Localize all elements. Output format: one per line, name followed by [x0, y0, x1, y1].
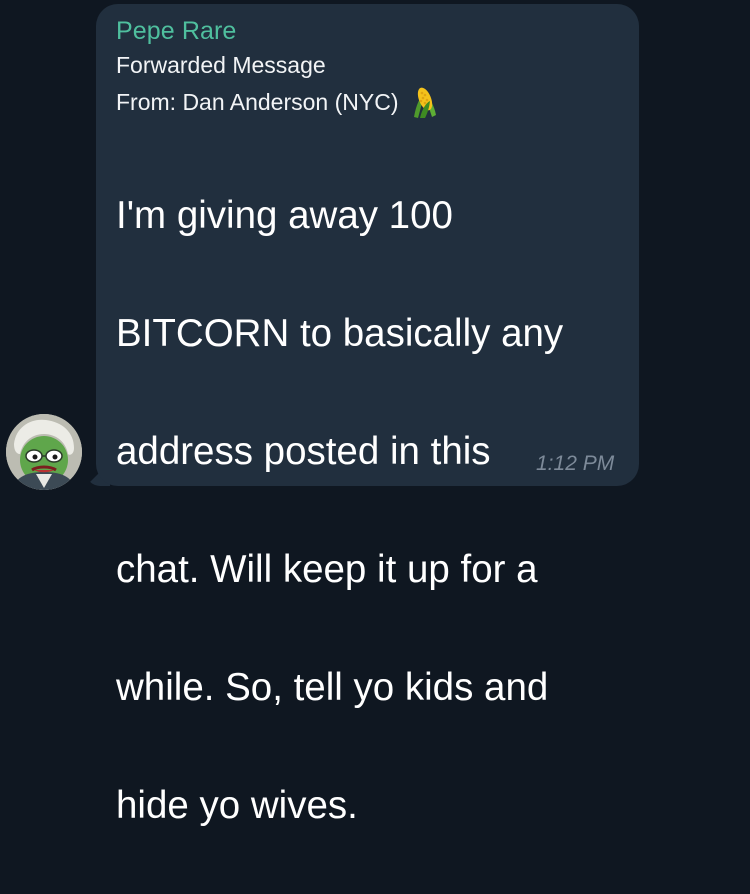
sender-avatar[interactable] — [6, 414, 82, 490]
forwarded-from[interactable]: From: Dan Anderson (NYC) — [116, 85, 440, 119]
forwarded-label: Forwarded Message — [116, 52, 326, 78]
message-line: I'm giving away 100 — [116, 194, 453, 237]
message-text[interactable]: I'm giving away 100 BITCORN to basically… — [116, 127, 626, 894]
forwarded-from-text: From: Dan Anderson (NYC) — [116, 88, 399, 115]
message-timestamp: 1:12 PM — [536, 452, 615, 475]
corn-emoji-icon — [410, 85, 440, 119]
message-line: while. So, tell yo kids and — [116, 666, 549, 709]
pepe-avatar-icon — [6, 414, 82, 490]
sender-name[interactable]: Pepe Rare — [116, 17, 236, 46]
message-line: chat. Will keep it up for a — [116, 548, 538, 591]
message-line: BITCORN to basically any — [116, 312, 564, 355]
message-line: hide yo wives. — [116, 784, 358, 827]
